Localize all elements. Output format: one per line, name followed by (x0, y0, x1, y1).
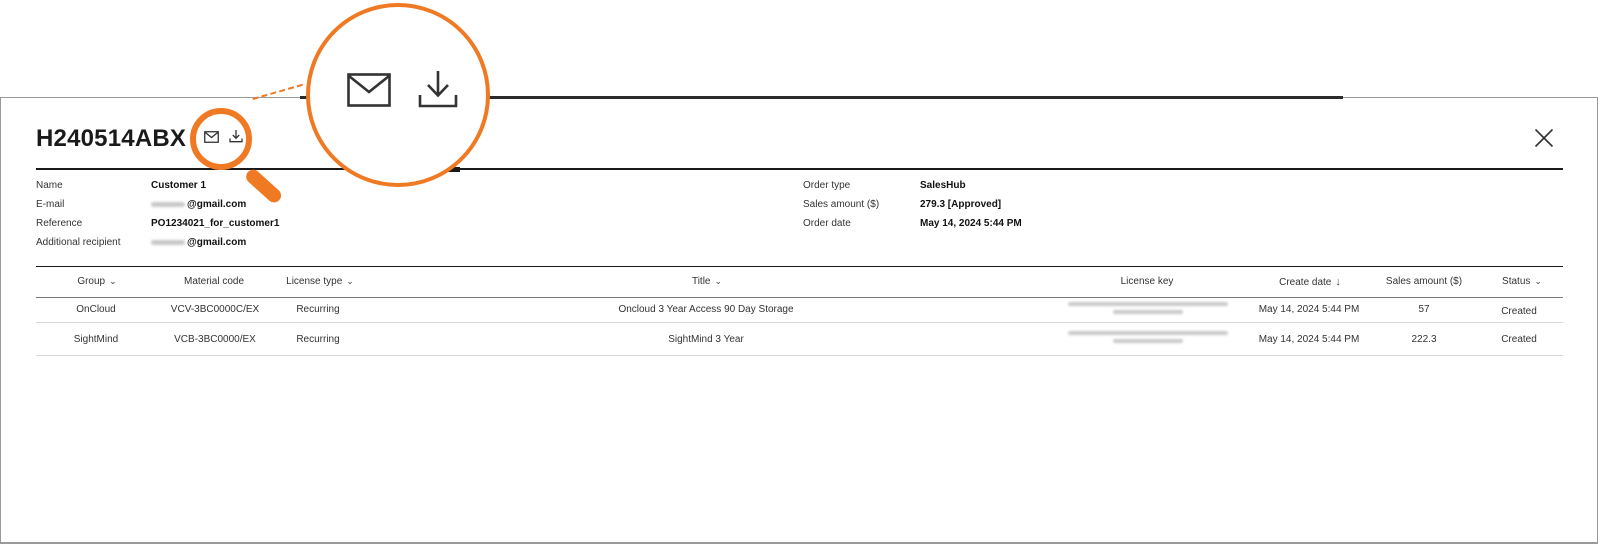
column-header-sales-amount[interactable]: Sales amount ($) (1386, 276, 1462, 287)
detail-reference: Reference PO1234021_for_customer1 (36, 218, 279, 230)
cell-group: OnCloud (76, 304, 116, 315)
cell-material-code: VCV-3BC0000C/EX (170, 304, 260, 315)
detail-value: 279.3 [Approved] (920, 199, 1002, 210)
cell-title: SightMind 3 Year (668, 334, 744, 345)
column-header-create-date[interactable]: Create date ↓ (1279, 276, 1341, 288)
column-header-title[interactable]: Title ⌄ (692, 276, 722, 287)
cell-sales-amount: 57 (1418, 304, 1430, 315)
cell-material-code: VCB-3BC0000/EX (174, 334, 256, 345)
magnifier-callout (306, 3, 490, 187)
detail-order-type: Order type SalesHub (803, 180, 966, 192)
detail-additional-recipient: Additional recipient @gmail.com (36, 237, 246, 249)
cell-create-date: May 14, 2024 5:44 PM (1258, 334, 1360, 345)
close-icon[interactable] (1534, 128, 1554, 148)
detail-value: Customer 1 (151, 180, 207, 191)
detail-label: Sales amount ($) (803, 199, 880, 210)
detail-value-wrap: @gmail.com (151, 237, 246, 249)
column-header-status[interactable]: Status ⌄ (1502, 276, 1542, 287)
cell-create-date: May 14, 2024 5:44 PM (1258, 304, 1360, 315)
cell-license-key-redacted (1068, 327, 1228, 347)
detail-value: @gmail.com (187, 199, 247, 210)
detail-value-wrap: @gmail.com (151, 199, 246, 211)
chevron-down-icon: ⌄ (714, 276, 723, 286)
redacted-text (151, 239, 185, 245)
cell-status: Created (1501, 306, 1537, 317)
column-header-material-code[interactable]: Material code (184, 276, 244, 287)
detail-label: Order type (803, 180, 851, 191)
order-detail-dialog (0, 97, 1598, 544)
detail-value: May 14, 2024 5:44 PM (920, 218, 1022, 229)
cell-group: SightMind (73, 334, 119, 345)
detail-value: PO1234021_for_customer1 (151, 218, 280, 229)
detail-value: SalesHub (920, 180, 966, 191)
detail-label: E-mail (36, 199, 65, 210)
chevron-down-icon: ⌄ (346, 276, 354, 286)
table-top-rule (36, 266, 1563, 267)
column-header-license-type[interactable]: License type ⌄ (286, 276, 354, 287)
download-icon (418, 71, 458, 108)
redacted-text (151, 201, 185, 207)
column-header-license-key[interactable]: License key (1121, 276, 1174, 287)
cell-sales-amount: 222.3 (1411, 334, 1437, 345)
detail-label: Additional recipient (36, 237, 121, 248)
row-divider (36, 322, 1563, 323)
row-divider (36, 355, 1563, 356)
detail-order-date: Order date May 14, 2024 5:44 PM (803, 218, 1022, 230)
detail-sales-amount: Sales amount ($) 279.3 [Approved] (803, 199, 1001, 211)
detail-label: Reference (36, 218, 83, 229)
table-header-rule (36, 297, 1563, 298)
cell-license-type: Recurring (296, 334, 340, 345)
order-id-title: H240514ABX (36, 125, 187, 152)
magnifier-ring (190, 108, 252, 170)
chevron-down-icon: ⌄ (109, 276, 117, 286)
cell-status: Created (1501, 334, 1537, 345)
detail-label: Order date (803, 218, 851, 229)
email-icon (347, 73, 391, 107)
detail-label: Name (36, 180, 63, 191)
title-divider (36, 168, 1563, 170)
cell-license-type: Recurring (296, 304, 340, 315)
column-header-group[interactable]: Group ⌄ (77, 276, 116, 287)
detail-value: @gmail.com (187, 237, 247, 248)
detail-name: Name Customer 1 (36, 180, 206, 192)
cell-license-key-redacted (1068, 298, 1228, 318)
chevron-down-icon: ⌄ (1534, 276, 1542, 286)
cell-title: Oncloud 3 Year Access 90 Day Storage (618, 304, 794, 315)
detail-email: E-mail @gmail.com (36, 199, 246, 211)
sort-descending-icon: ↓ (1335, 276, 1341, 288)
